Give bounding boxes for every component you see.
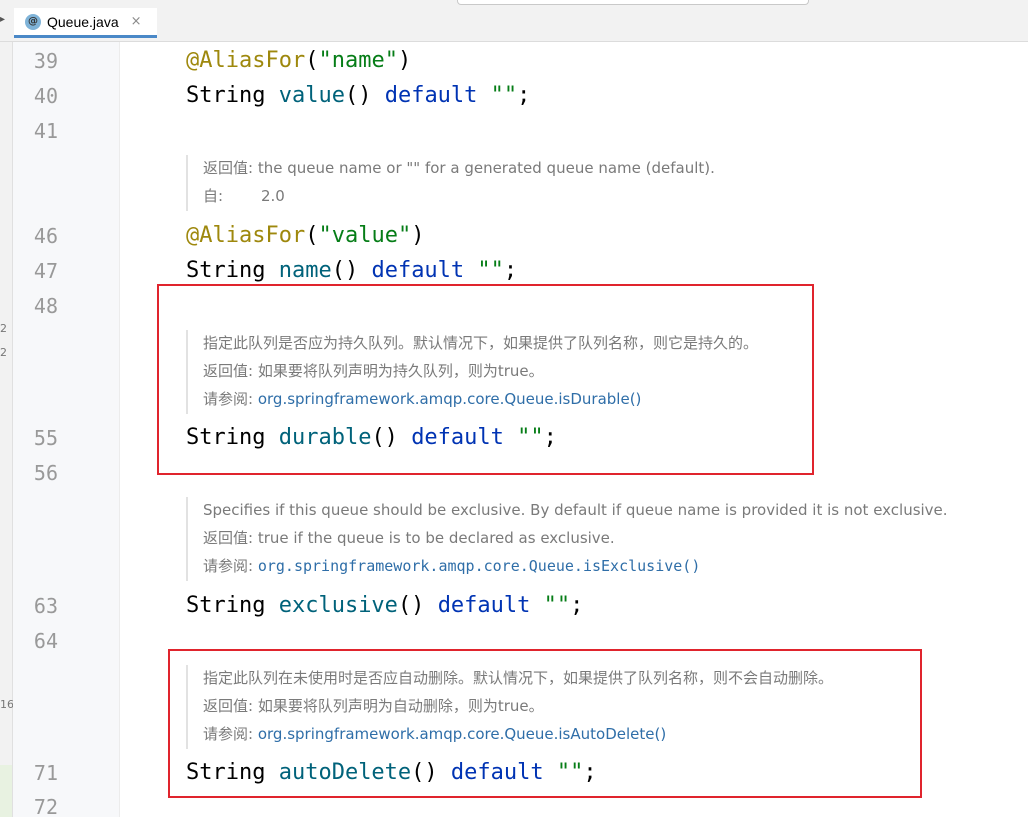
doc-since: 自: 2.0 [203,183,715,211]
line-number: 55 [33,426,58,450]
string-token: "" [477,258,504,283]
doc-see: 请参阅: org.springframework.amqp.core.Queue… [203,553,948,581]
annotation-file-icon: @ [25,13,41,30]
type-token: String [186,83,279,108]
doc-comment-value: 返回值: the queue name or "" for a generate… [186,155,715,211]
punctuation: ; [570,593,584,618]
line-number: 39 [33,49,58,73]
collapse-arrow-icon[interactable]: ▸ [0,14,5,25]
tab-close-icon[interactable]: × [131,14,142,29]
line-number: 41 [33,119,58,143]
line-number: 71 [33,761,58,785]
method-token: name [278,258,332,283]
line-number: 48 [33,294,58,318]
since-text: 2.0 [261,187,285,205]
left-tool-strip: ▸ [0,0,12,41]
line-number: 63 [33,594,58,618]
line-number: 72 [33,795,58,819]
keyword-token: default [371,258,465,283]
code-line-40[interactable]: String value() default ""; [186,82,530,110]
editor-tab-queue-java[interactable]: @ Queue.java × [14,8,157,38]
keyword-token: default [437,593,531,618]
editor-tab-bar: ▸ @ Queue.java × [0,0,1028,42]
returns-label: 返回值: [203,529,254,547]
punctuation: () [344,83,385,108]
punctuation: ( [305,223,319,248]
tab-label: Queue.java [47,13,119,30]
highlight-box-durable [157,284,814,475]
see-label: 请参阅: [203,557,254,575]
code-line-46[interactable]: @AliasFor("value") [186,222,424,250]
search-everywhere-field[interactable] [457,0,809,5]
code-line-63[interactable]: String exclusive() default ""; [186,592,583,620]
edge-mark: 16 [0,698,14,711]
punctuation: () [331,258,372,283]
string-token: "" [490,83,518,108]
since-label: 自: [203,187,224,205]
doc-description: Specifies if this queue should be exclus… [203,501,948,519]
method-token: value [278,83,345,108]
doc-comment-exclusive: Specifies if this queue should be exclus… [186,497,948,581]
line-number: 56 [33,461,58,485]
line-number: 47 [33,259,58,283]
doc-returns: 返回值: true if the queue is to be declared… [203,525,948,553]
highlight-box-autodelete [168,649,922,798]
line-number: 64 [33,629,58,653]
code-line-39[interactable]: @AliasFor("name") [186,47,411,75]
line-number: 40 [33,84,58,108]
line-number: 46 [33,224,58,248]
returns-text: the queue name or "" for a generated que… [253,159,715,177]
edge-mark: 2 [0,346,7,359]
punctuation: ) [397,48,412,73]
doc-returns: 返回值: the queue name or "" for a generate… [203,155,715,183]
string-token: "name" [318,48,398,73]
doc-link-isexclusive[interactable]: org.springframework.amqp.core.Queue.isEx… [258,557,701,575]
type-token: String [186,593,279,618]
punctuation: ; [503,258,518,283]
change-marker [0,765,12,817]
edge-mark: 2 [0,322,7,335]
annotation-token: @AliasFor [186,48,306,73]
punctuation: ; [517,83,531,108]
returns-text: true if the queue is to be declared as e… [253,529,615,547]
type-token: String [186,258,279,283]
string-token: "value" [318,223,412,248]
annotation-token: @AliasFor [186,223,306,248]
keyword-token: default [384,83,478,108]
punctuation: ( [305,48,319,73]
method-token: exclusive [278,593,398,618]
left-edge-panel: 2 2 16 [0,42,14,817]
punctuation: ) [411,223,425,248]
code-line-47[interactable]: String name() default ""; [186,257,517,285]
string-token: "" [543,593,571,618]
punctuation: () [397,593,438,618]
returns-label: 返回值: [203,159,254,177]
